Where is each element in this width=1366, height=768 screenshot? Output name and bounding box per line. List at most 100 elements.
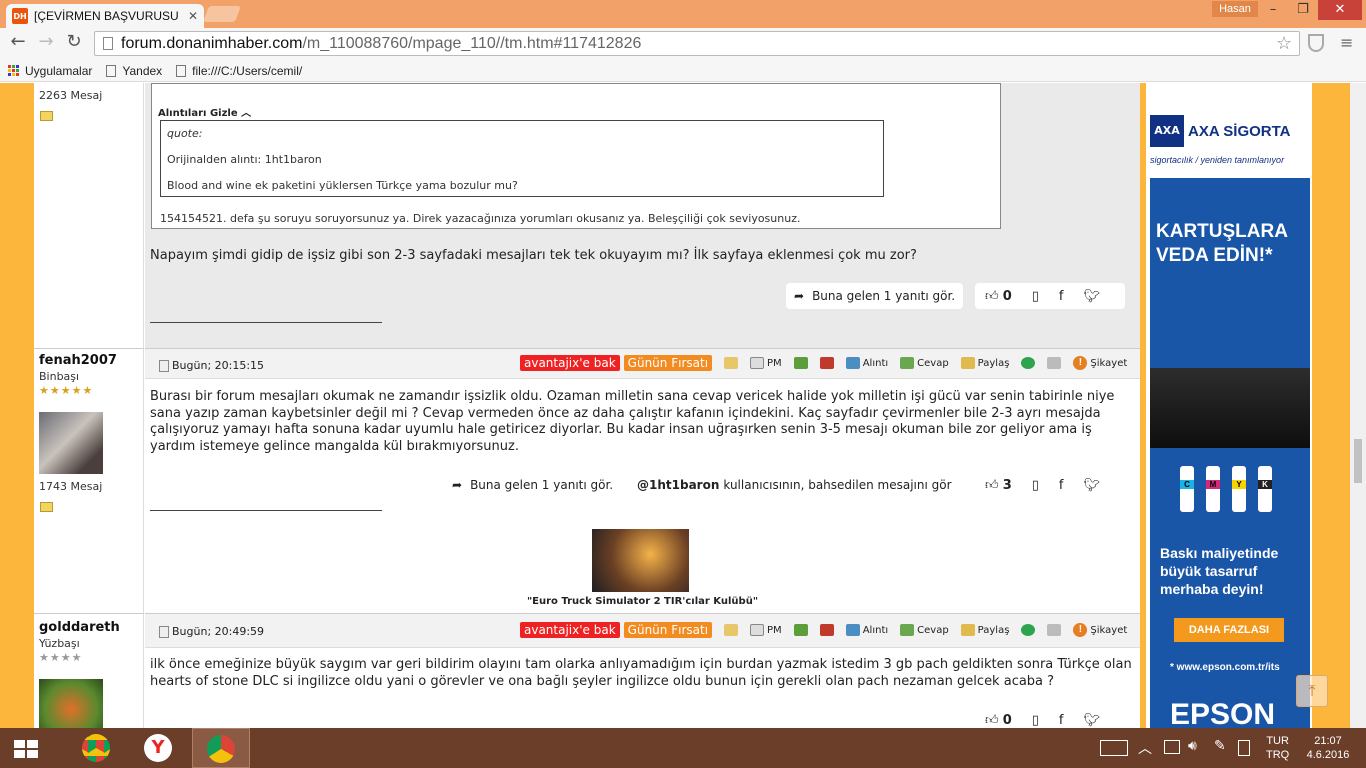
club-name[interactable]: "Euro Truck Simulator 2 TIR'cılar Kulübü…: [145, 596, 1140, 607]
envelope-icon[interactable]: [724, 357, 739, 369]
block-hand-icon[interactable]: [819, 624, 834, 636]
facebook-icon[interactable]: f: [1059, 289, 1064, 304]
chevron-up-icon[interactable]: ︿: [1138, 738, 1152, 758]
bookmark-file[interactable]: file:///C:/Users/cemil/: [176, 64, 302, 78]
address-bar[interactable]: forum.donanimhaber.com/m_110088760/mpage…: [94, 31, 1300, 56]
keyboard-icon[interactable]: [1100, 740, 1128, 756]
pm-button[interactable]: PM: [750, 624, 782, 636]
shield-extension-icon[interactable]: [1308, 34, 1324, 52]
share-page-button[interactable]: Paylaş: [960, 357, 1010, 369]
post-body-area: Bugün; 20:49:59 avantajix'e bak Günün Fı…: [145, 613, 1140, 728]
club-banner-image[interactable]: [592, 529, 689, 592]
profile-user-button[interactable]: Hasan: [1212, 1, 1258, 17]
minimize-icon[interactable]: –: [1258, 0, 1288, 20]
reply-button[interactable]: Cevap: [900, 624, 949, 636]
maximize-icon[interactable]: ❐: [1288, 0, 1318, 20]
window-close-icon[interactable]: ✕: [1318, 0, 1362, 20]
user-avatar[interactable]: [39, 679, 103, 728]
facebook-icon[interactable]: f: [1059, 713, 1064, 728]
report-label: Şikayet: [1090, 624, 1128, 636]
yandex-browser-icon[interactable]: Y: [144, 734, 172, 762]
gunun-firsati-link[interactable]: Günün Fırsatı: [623, 355, 713, 371]
report-button[interactable]: ! Şikayet: [1073, 623, 1127, 637]
pen-icon[interactable]: ✎: [1214, 738, 1226, 754]
see-replies-button[interactable]: ➦ Buna gelen 1 yanıtı gör.: [444, 472, 622, 498]
close-tab-icon[interactable]: ✕: [188, 9, 198, 23]
layout-code: TRQ: [1266, 749, 1290, 761]
print-icon[interactable]: [1047, 624, 1062, 636]
twitter-icon[interactable]: 🐦︎: [1084, 713, 1101, 728]
share-label: Paylaş: [977, 357, 1010, 369]
back-icon[interactable]: ←: [6, 31, 30, 52]
language-indicator[interactable]: TUR TRQ: [1266, 734, 1289, 762]
user-avatar[interactable]: [39, 412, 103, 474]
facebook-icon[interactable]: f: [1059, 478, 1064, 493]
scrollbar-thumb[interactable]: [1354, 439, 1362, 483]
tab-title: [ÇEVİRMEN BAŞVURUSU /: [34, 9, 182, 23]
new-tab-button[interactable]: [203, 6, 241, 22]
volume-icon[interactable]: 🔊︎: [1188, 738, 1197, 754]
see-replies-button[interactable]: ➦ Buna gelen 1 yanıtı gör.: [786, 283, 964, 309]
active-chrome-window[interactable]: [192, 728, 250, 768]
axa-ad[interactable]: AXA AXA SİGORTA: [1150, 115, 1291, 147]
menu-icon[interactable]: ≡: [1340, 33, 1353, 52]
envelope-icon[interactable]: [724, 624, 739, 636]
block-hand-icon[interactable]: [819, 357, 834, 369]
username[interactable]: fenah2007: [39, 353, 117, 368]
scroll-to-top-icon[interactable]: ⤒: [1296, 675, 1328, 707]
share-page-button[interactable]: Paylaş: [960, 624, 1009, 636]
browser-tab[interactable]: DH [ÇEVİRMEN BAŞVURUSU / ✕: [6, 4, 204, 28]
ad-site: * www.epson.com.tr/its: [1170, 662, 1280, 673]
bookmark-yandex[interactable]: Yandex: [106, 64, 162, 78]
twitter-icon[interactable]: 🐦︎: [1084, 478, 1101, 493]
chrome-icon[interactable]: [82, 734, 110, 762]
post-date-text: Bugün; 20:49:59: [172, 625, 265, 638]
bookmark-apps[interactable]: Uygulamalar: [8, 64, 92, 78]
share-page-icon: [960, 624, 975, 636]
like-button[interactable]: 👍︎ 3: [985, 478, 1012, 493]
bookmark-icon[interactable]: ▯: [1032, 478, 1039, 493]
report-button[interactable]: ! Şikayet: [1073, 356, 1127, 370]
forward-icon[interactable]: →: [34, 31, 58, 52]
bookmark-icon[interactable]: ▯: [1032, 713, 1039, 728]
avantajix-link[interactable]: avantajix'e bak: [520, 622, 620, 638]
avantajix-link[interactable]: avantajix'e bak: [520, 355, 620, 371]
bookmark-icon[interactable]: ▯: [1032, 289, 1039, 304]
page-scrollbar[interactable]: [1350, 83, 1366, 728]
add-friend-icon[interactable]: [793, 624, 808, 636]
post-actions: 👍︎ 0 ▯ f 🐦︎: [975, 283, 1125, 309]
twitter-icon[interactable]: 🐦︎: [1084, 289, 1101, 304]
quote-toggle-label: Alıntıları Gizle: [158, 108, 238, 119]
network-icon[interactable]: [1164, 740, 1180, 754]
ink-label: Y: [1232, 480, 1246, 489]
epson-ad[interactable]: KARTUŞLARA VEDA EDİN!* C M Y K Baskı mal…: [1150, 178, 1310, 728]
battery-icon[interactable]: [1238, 740, 1250, 756]
windows-start-icon[interactable]: [14, 740, 38, 758]
user-panel: golddareth Yüzbaşı ★★★★: [34, 613, 144, 728]
share-icon[interactable]: [1021, 624, 1036, 636]
ad-headline: KARTUŞLARA VEDA EDİN!*: [1156, 221, 1288, 266]
clock[interactable]: 21:07 4.6.2016: [1302, 734, 1354, 762]
bookmark-label: file:///C:/Users/cemil/: [192, 63, 303, 78]
bookmark-star-icon[interactable]: ☆: [1276, 33, 1292, 54]
like-button[interactable]: 👍︎ 0: [985, 713, 1012, 728]
ink-label: C: [1180, 480, 1194, 489]
quote-button[interactable]: Alıntı: [845, 357, 888, 369]
gunun-firsati-link[interactable]: Günün Fırsatı: [623, 622, 713, 638]
add-friend-icon[interactable]: [793, 357, 808, 369]
reply-button[interactable]: Cevap: [900, 357, 949, 369]
see-replies-label: Buna gelen 1 yanıtı gör.: [812, 289, 956, 303]
like-button[interactable]: 👍︎ 0: [985, 289, 1012, 304]
ad-cta-button[interactable]: DAHA FAZLASI: [1174, 618, 1284, 642]
post-date: Bugün; 20:15:15: [159, 359, 264, 372]
print-icon[interactable]: [1047, 357, 1062, 369]
quote-button[interactable]: Alıntı: [845, 624, 888, 636]
reload-icon[interactable]: ↻: [62, 31, 86, 52]
share-icon[interactable]: [1021, 357, 1036, 369]
web-page: 2263 Mesaj Alıntıları Gizle ︿ quote: Ori…: [0, 83, 1366, 728]
reply-label: Cevap: [917, 357, 949, 369]
pm-button[interactable]: PM: [750, 357, 782, 369]
mention-button[interactable]: @1ht1baron kullanıcısının, bahsedilen mes…: [629, 472, 960, 498]
quote-toggle[interactable]: Alıntıları Gizle ︿: [158, 104, 251, 119]
username[interactable]: golddareth: [39, 620, 120, 635]
